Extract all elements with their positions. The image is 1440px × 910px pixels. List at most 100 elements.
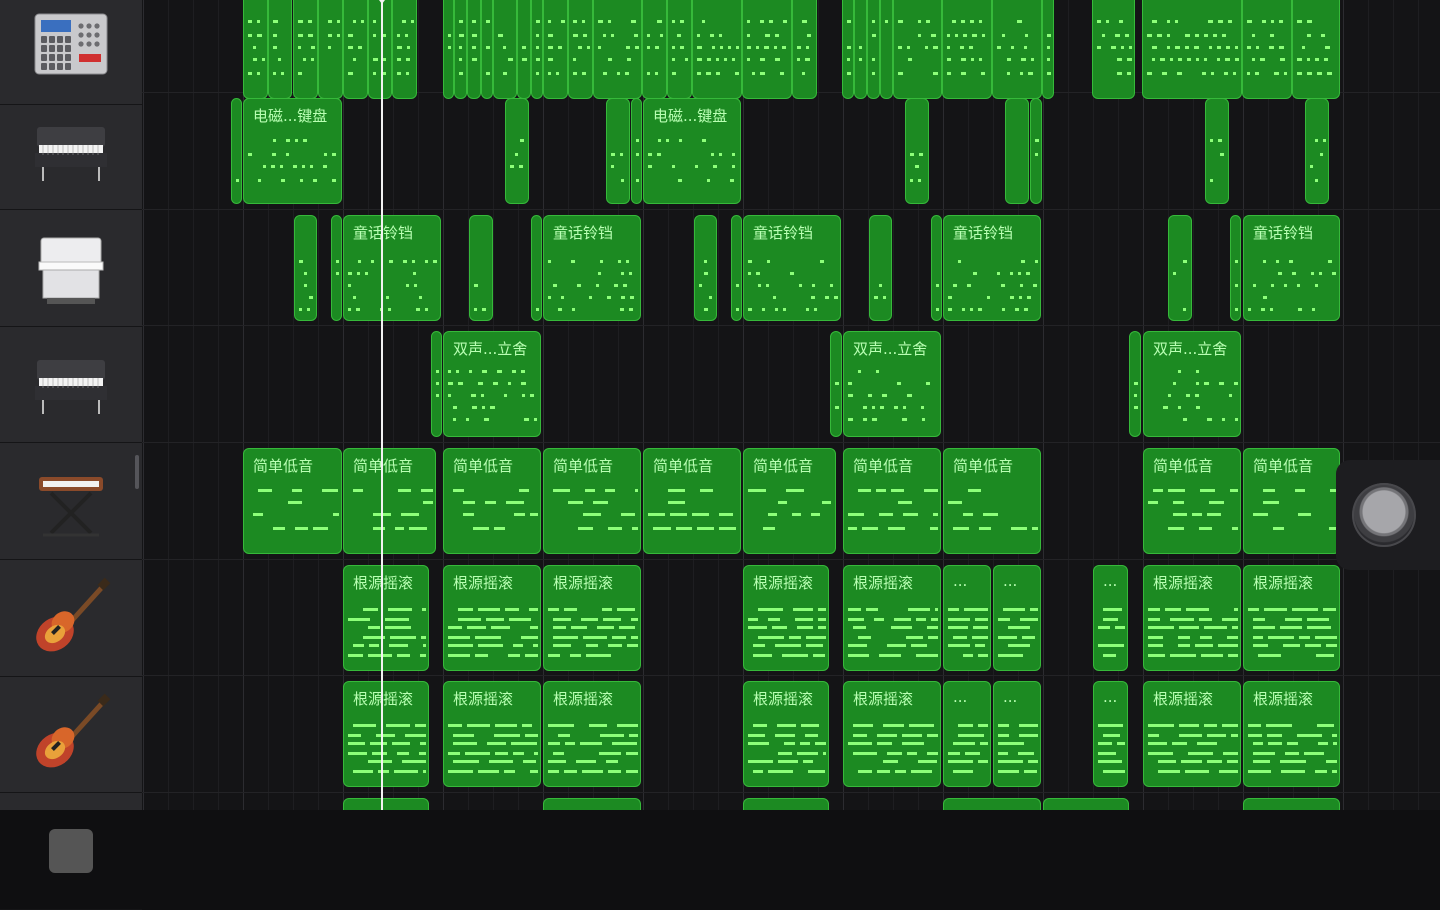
region-electric-piano[interactable] <box>606 98 630 204</box>
region-guitar-2[interactable]: ... <box>1093 681 1128 787</box>
region-organ[interactable] <box>869 215 892 321</box>
region-organ[interactable] <box>731 215 742 321</box>
region-organ[interactable] <box>931 215 942 321</box>
region-partial-track[interactable] <box>343 798 429 810</box>
region-guitar-2[interactable]: ... <box>943 681 991 787</box>
region-organ[interactable] <box>1168 215 1192 321</box>
region-drum-machine[interactable] <box>454 0 467 99</box>
region-synth-bass[interactable]: 简单低音 <box>343 448 436 554</box>
region-guitar-2[interactable]: 根源摇滚 <box>543 681 641 787</box>
region-organ[interactable]: 童话铃铛 <box>343 215 441 321</box>
region-partial-track[interactable] <box>1243 798 1340 810</box>
region-stage-piano[interactable] <box>431 331 442 437</box>
playhead[interactable] <box>381 0 383 810</box>
region-synth-bass[interactable]: 简单低音 <box>843 448 941 554</box>
region-drum-machine[interactable] <box>568 0 593 99</box>
region-guitar-1[interactable]: ... <box>1093 565 1128 671</box>
region-drum-machine[interactable] <box>517 0 531 99</box>
region-organ[interactable] <box>294 215 317 321</box>
assistive-touch-button[interactable] <box>1352 483 1416 547</box>
region-electric-piano[interactable] <box>905 98 929 204</box>
track-header-synth-bass[interactable] <box>0 443 142 560</box>
region-guitar-1[interactable]: 根源摇滚 <box>843 565 941 671</box>
region-guitar-1[interactable]: 根源摇滚 <box>743 565 829 671</box>
region-organ[interactable]: 童话铃铛 <box>943 215 1041 321</box>
region-partial-track[interactable] <box>543 798 641 810</box>
region-synth-bass[interactable]: 简单低音 <box>743 448 836 554</box>
region-guitar-1[interactable]: 根源摇滚 <box>443 565 541 671</box>
region-organ[interactable] <box>531 215 542 321</box>
region-electric-piano[interactable] <box>505 98 529 204</box>
region-partial-track[interactable] <box>1043 798 1129 810</box>
region-organ[interactable] <box>331 215 342 321</box>
region-guitar-2[interactable]: ... <box>993 681 1041 787</box>
region-drum-machine[interactable] <box>792 0 817 99</box>
region-electric-piano[interactable] <box>1005 98 1029 204</box>
region-guitar-1[interactable]: ... <box>943 565 991 671</box>
region-synth-bass[interactable]: 简单低音 <box>243 448 342 554</box>
track-list-scroll-handle[interactable] <box>135 455 139 489</box>
playhead-marker[interactable] <box>376 0 388 4</box>
tracks-area[interactable]: 电磁...键盘 电磁...键盘 童话铃铛 童话铃铛 童话铃铛 童话铃铛 童话铃铛 双声...立… <box>142 0 1440 810</box>
region-drum-machine[interactable] <box>531 0 543 99</box>
region-guitar-2[interactable]: 根源摇滚 <box>443 681 541 787</box>
region-drum-machine[interactable] <box>692 0 742 99</box>
region-drum-machine[interactable] <box>867 0 880 99</box>
region-organ[interactable]: 童话铃铛 <box>543 215 641 321</box>
region-drum-machine[interactable] <box>1092 0 1135 99</box>
track-header-organ[interactable] <box>0 210 142 327</box>
region-drum-machine[interactable] <box>893 0 942 99</box>
region-drum-machine[interactable] <box>443 0 454 99</box>
region-guitar-1[interactable]: 根源摇滚 <box>343 565 429 671</box>
region-organ[interactable]: 童话铃铛 <box>1243 215 1340 321</box>
region-drum-machine[interactable] <box>667 0 692 99</box>
region-electric-piano[interactable] <box>231 98 242 204</box>
region-partial-track[interactable] <box>943 798 1041 810</box>
region-stage-piano[interactable] <box>830 331 842 437</box>
track-header-drum-machine[interactable] <box>0 0 142 105</box>
region-electric-piano[interactable]: 电磁...键盘 <box>243 98 342 204</box>
region-synth-bass[interactable]: 简单低音 <box>1243 448 1340 554</box>
track-header-electric-piano[interactable] <box>0 93 142 210</box>
region-drum-machine[interactable] <box>343 0 368 99</box>
region-drum-machine[interactable] <box>493 0 517 99</box>
region-drum-machine[interactable] <box>642 0 667 99</box>
region-organ[interactable]: 童话铃铛 <box>743 215 841 321</box>
region-synth-bass[interactable]: 简单低音 <box>943 448 1041 554</box>
region-drum-machine[interactable] <box>842 0 854 99</box>
region-drum-machine[interactable] <box>318 0 343 99</box>
region-synth-bass[interactable]: 简单低音 <box>643 448 741 554</box>
region-synth-bass[interactable]: 简单低音 <box>543 448 641 554</box>
region-organ[interactable] <box>694 215 717 321</box>
track-header-guitar-1[interactable] <box>0 560 142 677</box>
region-organ[interactable] <box>469 215 493 321</box>
region-guitar-1[interactable]: ... <box>993 565 1041 671</box>
region-guitar-1[interactable]: 根源摇滚 <box>1143 565 1241 671</box>
region-drum-machine[interactable] <box>293 0 318 99</box>
region-electric-piano[interactable]: 电磁...键盘 <box>643 98 741 204</box>
region-organ[interactable] <box>1230 215 1241 321</box>
track-header-guitar-2[interactable] <box>0 676 142 793</box>
region-guitar-2[interactable]: 根源摇滚 <box>1143 681 1241 787</box>
region-guitar-2[interactable]: 根源摇滚 <box>343 681 429 787</box>
region-synth-bass[interactable]: 简单低音 <box>443 448 541 554</box>
track-header-stage-piano[interactable] <box>0 326 142 443</box>
region-guitar-1[interactable]: 根源摇滚 <box>543 565 641 671</box>
region-stage-piano[interactable]: 双声...立舍 <box>843 331 941 437</box>
region-drum-machine[interactable] <box>1242 0 1292 99</box>
region-drum-machine[interactable] <box>368 0 392 99</box>
region-partial-track[interactable] <box>743 798 829 810</box>
region-drum-machine[interactable] <box>880 0 893 99</box>
region-electric-piano[interactable] <box>1305 98 1329 204</box>
region-stage-piano[interactable]: 双声...立舍 <box>1143 331 1241 437</box>
region-drum-machine[interactable] <box>467 0 481 99</box>
region-guitar-1[interactable]: 根源摇滚 <box>1243 565 1340 671</box>
region-drum-machine[interactable] <box>593 0 642 99</box>
region-electric-piano[interactable] <box>631 98 642 204</box>
region-drum-machine[interactable] <box>392 0 417 99</box>
track-header-partial-track[interactable] <box>0 793 142 910</box>
region-drum-machine[interactable] <box>243 0 268 99</box>
region-drum-machine[interactable] <box>992 0 1042 99</box>
region-drum-machine[interactable] <box>481 0 493 99</box>
region-guitar-2[interactable]: 根源摇滚 <box>843 681 941 787</box>
